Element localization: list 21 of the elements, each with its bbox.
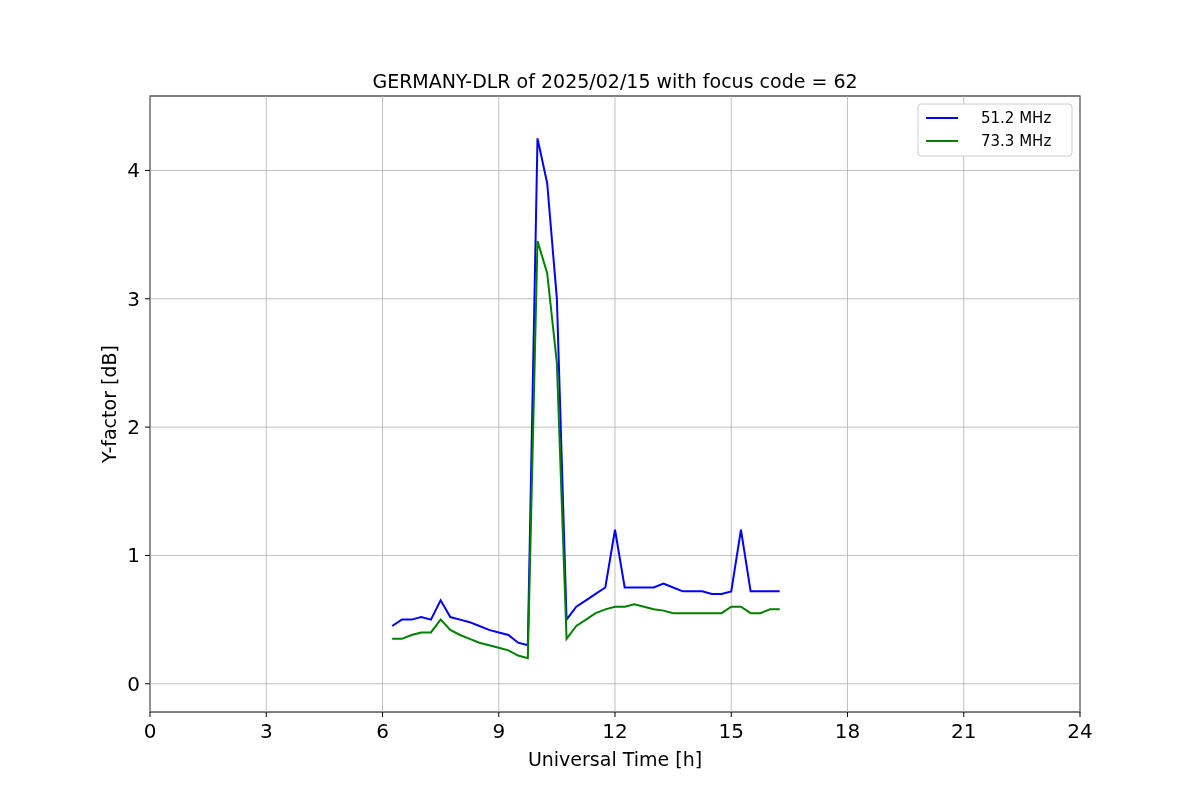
x-tick-label: 3 bbox=[259, 719, 273, 743]
legend-line bbox=[925, 140, 959, 142]
x-axis-label: Universal Time [h] bbox=[527, 748, 703, 770]
y-tick-label: 1 bbox=[127, 543, 140, 568]
x-tick-label: 12 bbox=[602, 719, 628, 743]
chart-title: GERMANY-DLR of 2025/02/15 with focus code = 62 bbox=[372, 70, 858, 92]
y-tick-label: 0 bbox=[127, 671, 140, 696]
x-tick-label: 15 bbox=[718, 719, 744, 743]
x-tick-label: 24 bbox=[1067, 719, 1093, 743]
y-axis-label: Y-factor [dB] bbox=[98, 345, 120, 463]
legend-line bbox=[925, 117, 959, 119]
x-tick-label: 6 bbox=[376, 719, 389, 743]
x-tick-label: 21 bbox=[951, 719, 977, 743]
legend-label: 51.2 MHz bbox=[981, 109, 1052, 127]
y-tick-label: 2 bbox=[127, 415, 140, 440]
x-tick-label: 18 bbox=[834, 719, 861, 743]
x-tick-label: 0 bbox=[143, 719, 157, 743]
y-tick-label: 3 bbox=[127, 286, 140, 311]
y-tick-label: 4 bbox=[127, 158, 140, 183]
legend-label: 73.3 MHz bbox=[981, 132, 1052, 150]
x-tick-label: 9 bbox=[492, 719, 506, 743]
